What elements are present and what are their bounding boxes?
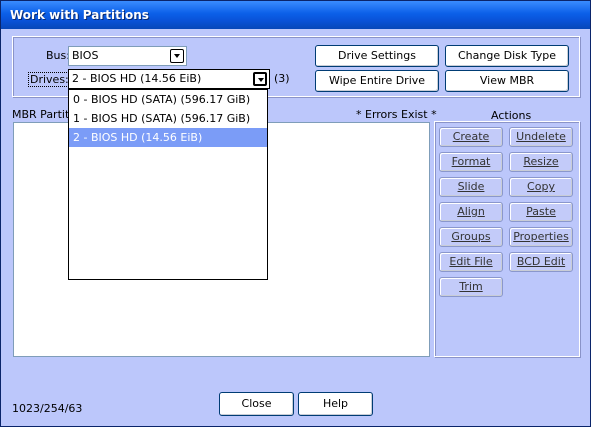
chevron-down-icon[interactable] xyxy=(170,49,184,63)
groups-button[interactable]: Groups xyxy=(439,227,503,247)
work-with-partitions-window: Work with Partitions Bus: BIOS Drives: 2… xyxy=(0,0,591,427)
slide-button[interactable]: Slide xyxy=(439,177,503,197)
copy-button[interactable]: Copy xyxy=(509,177,573,197)
actions-title: Actions xyxy=(491,109,532,122)
disk-geometry: 1023/254/63 xyxy=(12,402,83,415)
drive-option-1[interactable]: 1 - BIOS HD (SATA) (596.17 GiB) xyxy=(69,109,267,128)
trim-button[interactable]: Trim xyxy=(439,277,503,297)
title-bar[interactable]: Work with Partitions xyxy=(1,1,590,29)
help-button[interactable]: Help xyxy=(298,392,373,416)
resize-button[interactable]: Resize xyxy=(509,152,573,172)
drive-option-2[interactable]: 2 - BIOS HD (14.56 EiB) xyxy=(69,128,267,147)
drives-dropdown-list[interactable]: 0 - BIOS HD (SATA) (596.17 GiB) 1 - BIOS… xyxy=(68,89,268,280)
create-button[interactable]: Create xyxy=(439,127,503,147)
bus-select[interactable]: BIOS xyxy=(68,46,187,66)
format-button[interactable]: Format xyxy=(439,152,503,172)
drives-select-value: 2 - BIOS HD (14.56 EiB) xyxy=(72,72,202,85)
wipe-entire-drive-button[interactable]: Wipe Entire Drive xyxy=(315,70,439,92)
edit-file-button[interactable]: Edit File xyxy=(439,252,503,272)
undelete-button[interactable]: Undelete xyxy=(509,127,573,147)
drive-settings-button[interactable]: Drive Settings xyxy=(315,45,439,67)
errors-exist-label: * Errors Exist * xyxy=(356,108,437,121)
window-client: Bus: BIOS Drives: 2 - BIOS HD (14.56 EiB… xyxy=(4,29,587,425)
bus-select-value: BIOS xyxy=(72,49,99,62)
chevron-down-icon[interactable] xyxy=(253,72,267,86)
drives-label: Drives: xyxy=(28,72,71,87)
close-button[interactable]: Close xyxy=(219,392,294,416)
drive-count: (3) xyxy=(274,72,290,85)
drive-option-0[interactable]: 0 - BIOS HD (SATA) (596.17 GiB) xyxy=(69,90,267,109)
align-button[interactable]: Align xyxy=(439,202,503,222)
bcd-edit-button[interactable]: BCD Edit xyxy=(509,252,573,272)
change-disk-type-button[interactable]: Change Disk Type xyxy=(445,45,569,67)
paste-button[interactable]: Paste xyxy=(509,202,573,222)
window-title: Work with Partitions xyxy=(10,8,149,22)
properties-button[interactable]: Properties xyxy=(509,227,573,247)
drives-select[interactable]: 2 - BIOS HD (14.56 EiB) xyxy=(68,69,270,89)
bus-label: Bus: xyxy=(46,49,70,62)
view-mbr-button[interactable]: View MBR xyxy=(445,70,569,92)
